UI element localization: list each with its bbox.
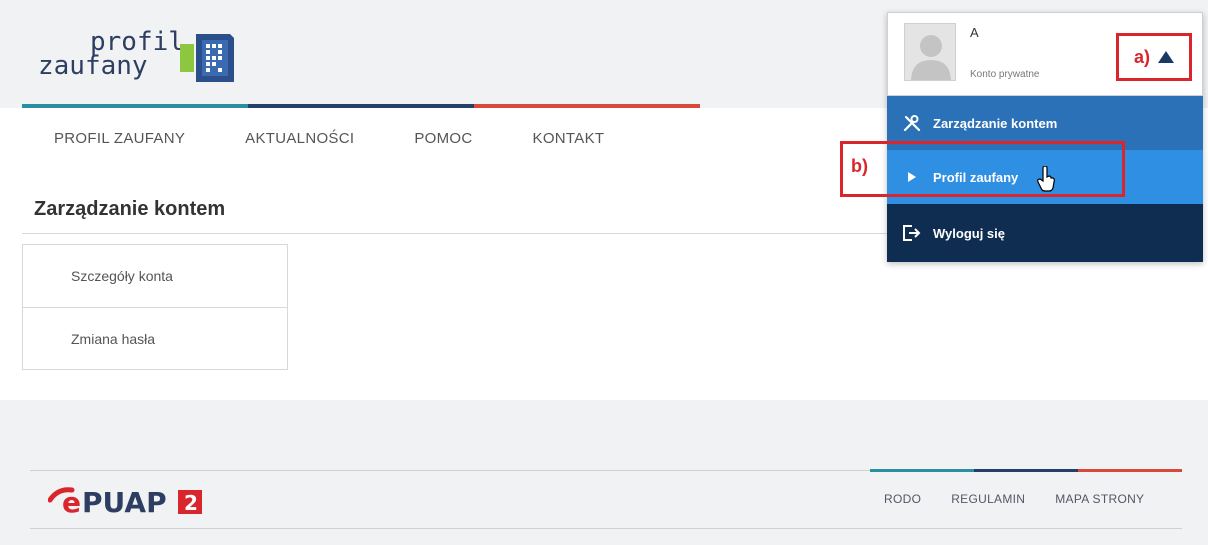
footer-divider-bottom [30,528,1182,529]
footer-link-mapa-strony[interactable]: MAPA STRONY [1055,492,1144,506]
epuap-logo[interactable]: e PUAP 2 [47,480,248,520]
account-side-menu: Szczegóły konta Zmiana hasła [22,244,288,370]
epuap-logo-icon: e PUAP 2 [47,486,202,519]
avatar [904,23,956,81]
annotation-a-label: a) [1133,46,1150,67]
side-item-account-details[interactable]: Szczegóły konta [23,245,287,307]
side-item-change-password[interactable]: Zmiana hasła [23,307,287,369]
nav-item-profil-zaufany[interactable]: PROFIL ZAUFANY [54,130,185,147]
annotation-b-label: b) [851,156,868,176]
footer-link-rodo[interactable]: RODO [884,492,921,506]
nav-item-kontakt[interactable]: KONTAKT [533,130,605,147]
epuap-logo-text: PUAP [82,486,167,519]
logo-line-2: zaufany [38,51,148,81]
caret-up-icon [1158,51,1174,63]
account-menu-toggle[interactable]: a) [1116,33,1192,81]
logo-wordmark: profil zaufany [38,29,184,81]
hand-cursor-icon [1037,166,1055,192]
user-placeholder-icon [911,35,951,80]
account-dropdown: A Konto prywatne a) Zarządzanie kontem P… [887,12,1203,262]
footer-link-regulamin[interactable]: REGULAMIN [951,492,1025,506]
menu-item-logout-label: Wyloguj się [933,225,1005,241]
annotation-b-highlight [840,141,1125,197]
page-title: Zarządzanie kontem [34,198,226,220]
account-name: A [970,25,979,40]
menu-item-logout[interactable]: Wyloguj się [887,204,1203,262]
site-footer: e PUAP 2 RODO REGULAMIN MAPA STRONY [0,400,1208,545]
account-type: Konto prywatne [970,69,1040,80]
nav-item-aktualnosci[interactable]: AKTUALNOŚCI [245,130,354,147]
header-accent-bar [22,104,700,108]
epuap-logo-badge: 2 [184,491,198,515]
logo-mark-icon [180,34,234,82]
footer-accent-bar [870,469,1182,472]
profil-zaufany-logo[interactable]: profil zaufany [38,29,248,90]
main-nav: PROFIL ZAUFANY AKTUALNOŚCI POMOC KONTAKT [22,110,630,166]
title-divider [22,233,892,234]
logout-icon [901,224,923,242]
account-header[interactable]: A Konto prywatne a) [887,12,1203,96]
menu-item-account-management-label: Zarządzanie kontem [933,115,1058,131]
epuap-logo-e: e [62,486,81,519]
nav-item-pomoc[interactable]: POMOC [414,130,472,147]
footer-links: RODO REGULAMIN MAPA STRONY [884,492,1144,506]
tools-icon [901,114,923,132]
